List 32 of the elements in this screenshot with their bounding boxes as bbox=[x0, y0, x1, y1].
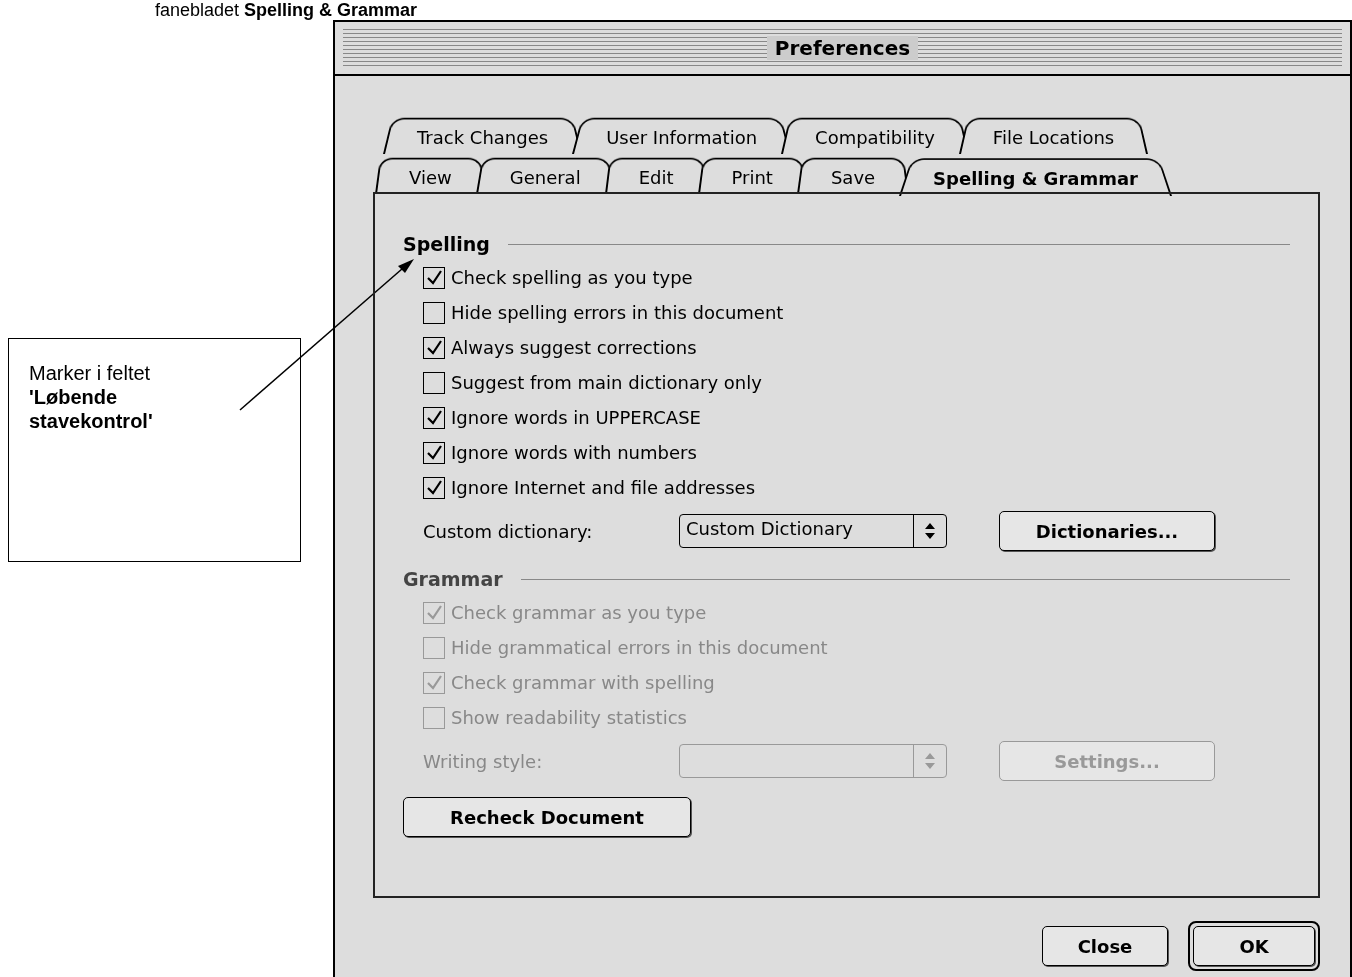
stepper-arrows-icon bbox=[924, 522, 936, 540]
checkbox[interactable] bbox=[423, 336, 445, 359]
option-label: Always suggest corrections bbox=[451, 337, 697, 358]
close-button[interactable]: Close bbox=[1042, 926, 1168, 966]
option-label: Hide grammatical errors in this document bbox=[451, 637, 828, 658]
option-label: Ignore words with numbers bbox=[451, 442, 697, 463]
caption-text: fanebladet Spelling & Grammar bbox=[154, 0, 419, 20]
checkbox[interactable] bbox=[423, 406, 445, 429]
callout-text: Marker i feltet 'Løbende stavekontrol' bbox=[29, 361, 154, 433]
section-heading: Grammar bbox=[403, 568, 503, 590]
field-label: Custom dictionary: bbox=[423, 520, 594, 542]
ok-button[interactable]: OK bbox=[1193, 926, 1315, 966]
stepper-arrows-icon bbox=[924, 752, 936, 770]
checkbox[interactable] bbox=[423, 476, 445, 499]
dictionaries-button[interactable]: Dictionaries... bbox=[999, 511, 1215, 551]
checkbox[interactable] bbox=[423, 266, 445, 289]
checkbox[interactable] bbox=[423, 301, 445, 324]
option-label: Ignore words in UPPERCASE bbox=[451, 407, 701, 428]
recheck-button[interactable]: Recheck Document bbox=[403, 797, 691, 837]
option-label: Ignore Internet and file addresses bbox=[451, 477, 756, 498]
option-label: Check grammar with spelling bbox=[451, 672, 715, 693]
option-label: Suggest from main dictionary only bbox=[451, 372, 762, 393]
dropdown[interactable]: Custom Dictionary bbox=[679, 514, 947, 548]
section-heading: Spelling bbox=[403, 233, 490, 255]
option-label: Show readability statistics bbox=[451, 707, 687, 728]
checkbox[interactable] bbox=[423, 441, 445, 464]
option-label: Check spelling as you type bbox=[451, 267, 693, 288]
field-label: Writing style: bbox=[423, 750, 544, 772]
option-label: Hide spelling errors in this document bbox=[451, 302, 784, 323]
option-label: Check grammar as you type bbox=[451, 602, 707, 623]
window-title: Preferences bbox=[766, 36, 919, 60]
checkbox[interactable] bbox=[423, 371, 445, 394]
